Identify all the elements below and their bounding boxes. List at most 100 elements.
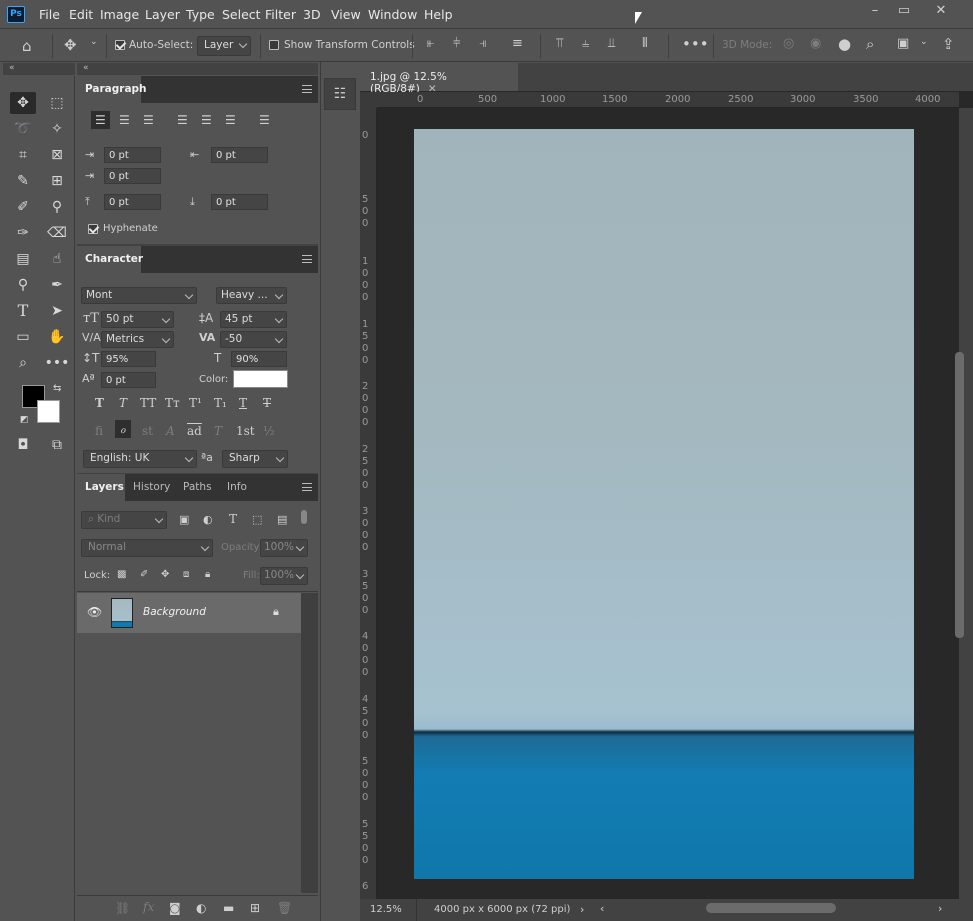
align-center-text-icon[interactable]: ☰ (119, 113, 130, 127)
all-caps-button[interactable]: TT (140, 396, 156, 410)
minimize-button[interactable]: – (864, 3, 886, 21)
swash-button[interactable]: A (166, 424, 175, 438)
menu-filter[interactable]: Filter (265, 7, 296, 22)
font-style-dropdown[interactable]: Heavy ... (216, 287, 287, 304)
horizontal-scrollbar[interactable]: ‹ › (592, 899, 960, 921)
small-caps-button[interactable]: Tт (165, 396, 180, 410)
more-options-icon[interactable]: ••• (682, 35, 709, 53)
subscript-button[interactable]: T₁ (214, 396, 227, 410)
indent-left-field[interactable]: 0 pt (104, 147, 161, 163)
menu-select[interactable]: Select (222, 7, 261, 22)
filter-type-layer-icon[interactable]: T (229, 512, 237, 526)
status-menu-chevron-right-icon[interactable]: › (580, 903, 584, 916)
align-vertical-centers-icon[interactable]: ⫨ (582, 36, 589, 51)
eyedropper-tool[interactable]: ✎ (10, 170, 36, 192)
zoom-level[interactable]: 12.5% (370, 904, 402, 915)
underline-button[interactable]: T (239, 396, 247, 410)
workspace-chevron-down-icon[interactable]: ⌄ (920, 37, 928, 47)
ordinals-button[interactable]: 1st (236, 424, 255, 438)
faux-italic-button[interactable]: T (119, 396, 127, 410)
layer-name[interactable]: Background (143, 606, 206, 618)
rectangle-tool[interactable]: ▭ (10, 326, 36, 348)
standard-ligatures-button[interactable]: fi (95, 424, 103, 438)
distribute-vertical-icon[interactable]: ≡ (512, 36, 523, 51)
align-left-edges-icon[interactable]: ⫦ (427, 36, 434, 51)
justify-last-center-icon[interactable]: ☰ (201, 113, 212, 127)
quick-mask-icon[interactable]: ◘ (10, 434, 36, 456)
paragraph-panel-menu-icon[interactable] (302, 85, 312, 93)
history-brush-tool[interactable]: ✑ (10, 222, 36, 244)
lock-position-icon[interactable]: ✥ (161, 569, 169, 580)
workspace-icon[interactable]: ▣ (897, 36, 909, 51)
strikethrough-button[interactable]: T (263, 396, 271, 410)
font-size-field[interactable]: 50 pt (101, 311, 174, 328)
panels-collapse-strip[interactable]: « (77, 63, 318, 75)
opacity-field[interactable]: 100% (260, 539, 308, 557)
vertical-scroll-thumb[interactable] (955, 352, 964, 638)
menu-3d[interactable]: 3D (303, 7, 321, 22)
frame-tool[interactable]: ⊠ (44, 144, 70, 166)
new-group-icon[interactable]: ▬ (223, 901, 234, 915)
type-tool[interactable]: T (10, 300, 36, 322)
auto-select-checkbox[interactable] (115, 40, 125, 50)
dodge-tool[interactable]: ⚲ (10, 274, 36, 296)
move-tool-icon[interactable]: ✥ (64, 36, 77, 54)
align-left-text-icon[interactable]: ☰ (91, 111, 110, 129)
lock-image-pixels-icon[interactable]: ✐ (140, 569, 148, 580)
scroll-right-icon[interactable]: › (938, 902, 942, 915)
baseline-shift-field[interactable]: 0 pt (101, 372, 156, 388)
path-selection-tool[interactable]: ➤ (44, 300, 70, 322)
tracking-field[interactable]: -50 (220, 331, 287, 348)
properties-panel-icon[interactable]: ☷ (324, 78, 356, 110)
pen-tool[interactable]: ✒ (44, 274, 70, 296)
swap-colors-icon[interactable]: ⇆ (53, 383, 61, 394)
search-icon[interactable]: ⌕ (866, 35, 874, 53)
space-after-field[interactable]: 0 pt (211, 194, 268, 210)
kerning-field[interactable]: Metrics (101, 331, 174, 348)
layer-row[interactable]: 👁︎ Background 🔒︎ (77, 593, 301, 633)
filter-shape-layer-icon[interactable]: ⬚ (252, 513, 262, 526)
fill-field[interactable]: 100% (260, 567, 308, 585)
zoom-tool[interactable]: ⌕ (10, 352, 36, 374)
font-family-dropdown[interactable]: Mont (81, 287, 197, 304)
text-color-swatch[interactable] (233, 370, 288, 388)
auto-select-target-dropdown[interactable]: Layer (197, 36, 251, 56)
menu-window[interactable]: Window (368, 7, 417, 22)
justify-last-left-icon[interactable]: ☰ (177, 113, 188, 127)
menu-edit[interactable]: Edit (69, 7, 93, 22)
tool-preset-chevron-down-icon[interactable]: ⌄ (90, 37, 98, 47)
layers-panel-menu-icon[interactable] (302, 483, 312, 491)
more-tools-icon[interactable]: ••• (44, 352, 70, 374)
hyphenate-checkbox[interactable] (88, 224, 98, 234)
ruler-origin[interactable] (360, 92, 377, 108)
filter-smart-object-icon[interactable]: ▤ (277, 513, 287, 526)
lock-artboard-icon[interactable]: ⧈ (183, 569, 189, 580)
justify-last-right-icon[interactable]: ☰ (225, 113, 236, 127)
delete-layer-icon[interactable]: 🗑︎ (277, 901, 292, 915)
3d-rotate-icon[interactable]: ◎ (783, 36, 794, 51)
superscript-button[interactable]: T¹ (189, 396, 202, 410)
justify-all-icon[interactable]: ☰ (259, 113, 270, 127)
collapse-panels-icon[interactable]: « (83, 63, 89, 73)
document-info[interactable]: 4000 px x 6000 px (72 ppi) (434, 904, 570, 915)
tab-history[interactable]: History (125, 474, 175, 501)
distribute-horizontal-icon[interactable]: ⦀ (642, 36, 648, 51)
add-layer-style-icon[interactable]: fx (143, 900, 154, 914)
lock-all-icon[interactable]: 🔒︎ (205, 569, 210, 580)
vertical-scale-field[interactable]: 95% (101, 351, 156, 367)
default-colors-icon[interactable]: ◩ (20, 415, 29, 425)
hand-tool[interactable]: ✋ (44, 326, 70, 348)
contextual-alternates-button[interactable]: ℴ (115, 420, 131, 438)
menu-image[interactable]: Image (100, 7, 139, 22)
filter-toggle-switch[interactable] (301, 510, 307, 524)
menu-layer[interactable]: Layer (145, 7, 180, 22)
screen-mode-icon[interactable]: ⧉ (44, 434, 70, 456)
menu-help[interactable]: Help (424, 7, 453, 22)
home-icon[interactable]: ⌂ (22, 37, 32, 55)
3d-roll-icon[interactable]: ◉ (810, 36, 821, 51)
filter-adjustment-layer-icon[interactable]: ◐ (203, 513, 213, 526)
align-top-edges-icon[interactable]: ⫪ (556, 36, 563, 51)
show-transform-controls-checkbox[interactable] (269, 40, 279, 50)
menu-type[interactable]: Type (186, 7, 215, 22)
tab-paths[interactable]: Paths (175, 474, 217, 501)
